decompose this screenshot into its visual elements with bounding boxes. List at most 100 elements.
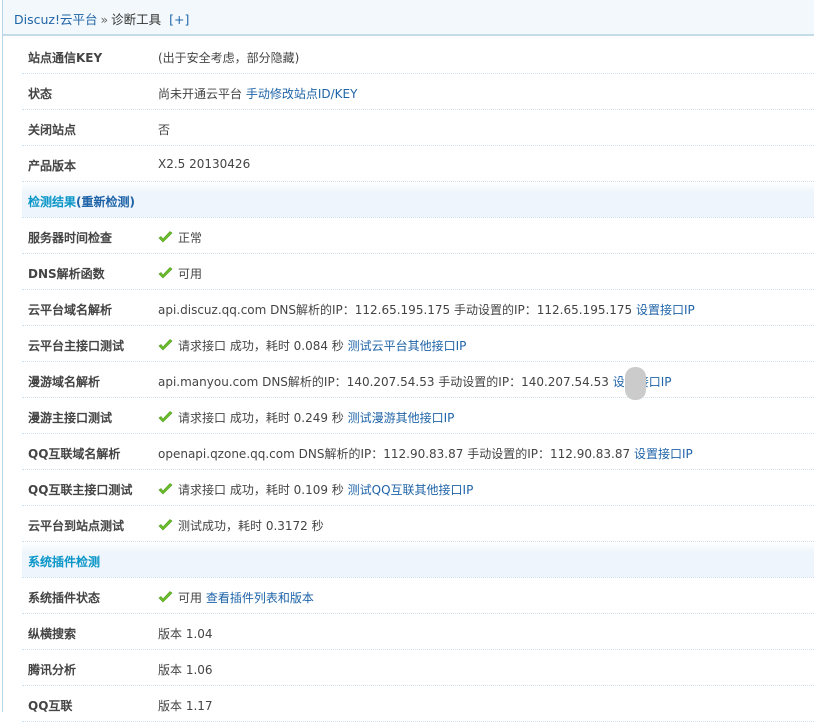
action-link[interactable]: 设置接口IP: [636, 303, 695, 317]
row-label: QQ互联域名解析: [28, 445, 120, 462]
row-value: 可用 查看插件列表和版本: [158, 589, 314, 606]
row-label: 系统插件状态: [28, 589, 100, 606]
row-label: 腾讯分析: [28, 661, 76, 678]
table-row: 关闭站点 否: [22, 110, 814, 146]
row-label: 云平台到站点测试: [28, 517, 124, 534]
value-text: api.manyou.com DNS解析的IP：140.207.54.53 手动…: [158, 375, 609, 389]
label-text: 漫游域名解析: [28, 375, 101, 389]
label-text: 服务器时间检查: [28, 231, 113, 245]
table-row: 产品版本 X2.5 20130426: [22, 146, 814, 182]
value-text: 请求接口 成功，耗时 0.084 秒: [178, 339, 344, 353]
section-header: 系统插件检测: [22, 542, 814, 578]
row-label: 产品版本: [28, 157, 76, 174]
row-value: api.manyou.com DNS解析的IP：140.207.54.53 手动…: [158, 373, 671, 390]
table-row: 云平台域名解析 api.discuz.qq.com DNS解析的IP：112.65…: [22, 290, 814, 326]
value-text: 尚未开通云平台: [158, 87, 243, 101]
label-text: 产品版本: [28, 159, 77, 173]
section-header: 检测结果(重新检测): [22, 182, 814, 218]
action-link[interactable]: 测试QQ互联其他接口IP: [348, 483, 474, 497]
label-text: 系统插件检测: [28, 555, 101, 569]
section-title: 检测结果(重新检测): [28, 193, 135, 210]
value-text: openapi.qzone.qq.com DNS解析的IP：112.90.83.…: [158, 447, 631, 461]
value-text: 请求接口 成功，耗时 0.249 秒: [178, 411, 344, 425]
table-row: QQ互联 版本 1.17: [22, 686, 814, 722]
cursor-overlay: [625, 367, 646, 400]
value-text: api.discuz.qq.com DNS解析的IP：112.65.195.17…: [158, 303, 633, 317]
action-link[interactable]: 测试漫游其他接口IP: [348, 411, 455, 425]
table-row: 云平台到站点测试 测试成功，耗时 0.3172 秒: [22, 506, 814, 542]
row-value: 请求接口 成功，耗时 0.084 秒 测试云平台其他接口IP: [158, 337, 466, 354]
action-link[interactable]: 查看插件列表和版本: [206, 591, 314, 605]
check-icon: [158, 591, 173, 604]
value-text: 请求接口 成功，耗时 0.109 秒: [178, 483, 344, 497]
action-link[interactable]: 手动修改站点ID/KEY: [246, 87, 358, 101]
row-value: 尚未开通云平台 手动修改站点ID/KEY: [158, 85, 357, 102]
table-row: 站点通信KEY (出于安全考虑，部分隐藏): [22, 38, 814, 74]
table-row: 状态 尚未开通云平台 手动修改站点ID/KEY: [22, 74, 814, 110]
row-value: X2.5 20130426: [158, 157, 250, 171]
table-row: QQ互联域名解析 openapi.qzone.qq.com DNS解析的IP：11…: [22, 434, 814, 470]
label-text: 关闭站点: [28, 123, 77, 137]
row-value: openapi.qzone.qq.com DNS解析的IP：112.90.83.…: [158, 445, 693, 462]
row-label: 状态: [28, 85, 52, 102]
row-label: 关闭站点: [28, 121, 76, 138]
row-value: 可用: [158, 265, 202, 282]
breadcrumb-root-link[interactable]: Discuz!云平台: [14, 12, 97, 27]
table-row: 云平台主接口测试 请求接口 成功，耗时 0.084 秒 测试云平台其他接口IP: [22, 326, 814, 362]
breadcrumb: Discuz!云平台» 诊断工具 [+]: [14, 9, 189, 28]
label-text: 站点通信KEY: [28, 51, 103, 65]
breadcrumb-separator: »: [100, 12, 109, 27]
value-text: 测试成功，耗时 0.3172 秒: [178, 519, 324, 533]
expand-menu-link[interactable]: [+]: [169, 12, 189, 27]
label-text: 状态: [28, 87, 53, 101]
action-link[interactable]: 设置接口IP: [634, 447, 693, 461]
table-row: 服务器时间检查 正常: [22, 218, 814, 254]
row-value: 请求接口 成功，耗时 0.249 秒 测试漫游其他接口IP: [158, 409, 454, 426]
value-text: 否: [158, 123, 171, 137]
label-text: DNS解析函数: [28, 267, 105, 281]
table-row: 纵横搜索 版本 1.04: [22, 614, 814, 650]
row-value: 版本 1.06: [158, 661, 213, 678]
check-icon: [158, 231, 173, 244]
row-label: 站点通信KEY: [28, 49, 102, 66]
label-text: 腾讯分析: [28, 663, 77, 677]
label-text: 云平台主接口测试: [28, 339, 125, 353]
row-label: 服务器时间检查: [28, 229, 112, 246]
row-value: (出于安全考虑，部分隐藏): [158, 49, 299, 66]
row-value: 请求接口 成功，耗时 0.109 秒 测试QQ互联其他接口IP: [158, 481, 473, 498]
label-text: 云平台域名解析: [28, 303, 113, 317]
label-text: QQ互联域名解析: [28, 447, 121, 461]
action-link[interactable]: 测试云平台其他接口IP: [348, 339, 467, 353]
breadcrumb-current: 诊断工具: [111, 12, 162, 27]
value-text: X2.5 20130426: [158, 157, 251, 171]
table-row: QQ互联主接口测试 请求接口 成功，耗时 0.109 秒 测试QQ互联其他接口IP: [22, 470, 814, 506]
value-text: 可用: [178, 267, 203, 281]
row-label: 纵横搜索: [28, 625, 76, 642]
label-text: 系统插件状态: [28, 591, 101, 605]
row-label: 漫游主接口测试: [28, 409, 112, 426]
section-title: 系统插件检测: [28, 553, 100, 570]
row-value: 版本 1.04: [158, 625, 213, 642]
row-value: 版本 1.17: [158, 697, 213, 714]
table-row: DNS解析函数 可用: [22, 254, 814, 290]
row-value: 正常: [158, 229, 202, 246]
label-text: 纵横搜索: [28, 627, 77, 641]
value-text: 可用: [178, 591, 203, 605]
row-label: DNS解析函数: [28, 265, 105, 282]
label-text: 漫游主接口测试: [28, 411, 113, 425]
row-label: QQ互联主接口测试: [28, 481, 132, 498]
check-icon: [158, 519, 173, 532]
check-icon: [158, 411, 173, 424]
value-text: 版本 1.04: [158, 627, 213, 641]
value-text: 版本 1.06: [158, 663, 213, 677]
table-row: 漫游域名解析 api.manyou.com DNS解析的IP：140.207.54…: [22, 362, 814, 398]
table-row: 漫游主接口测试 请求接口 成功，耗时 0.249 秒 测试漫游其他接口IP: [22, 398, 814, 434]
value-text: (出于安全考虑，部分隐藏): [158, 51, 300, 65]
diagnostic-table: 站点通信KEY (出于安全考虑，部分隐藏) 状态 尚未开通云平台 手动修改站点ID/K…: [22, 38, 814, 722]
label-text: 检测结果: [28, 195, 77, 209]
row-label: 云平台域名解析: [28, 301, 112, 318]
check-icon: [158, 483, 173, 496]
value-text: 版本 1.17: [158, 699, 213, 713]
row-value: 测试成功，耗时 0.3172 秒: [158, 517, 324, 534]
recheck-link[interactable]: (重新检测): [76, 195, 135, 209]
